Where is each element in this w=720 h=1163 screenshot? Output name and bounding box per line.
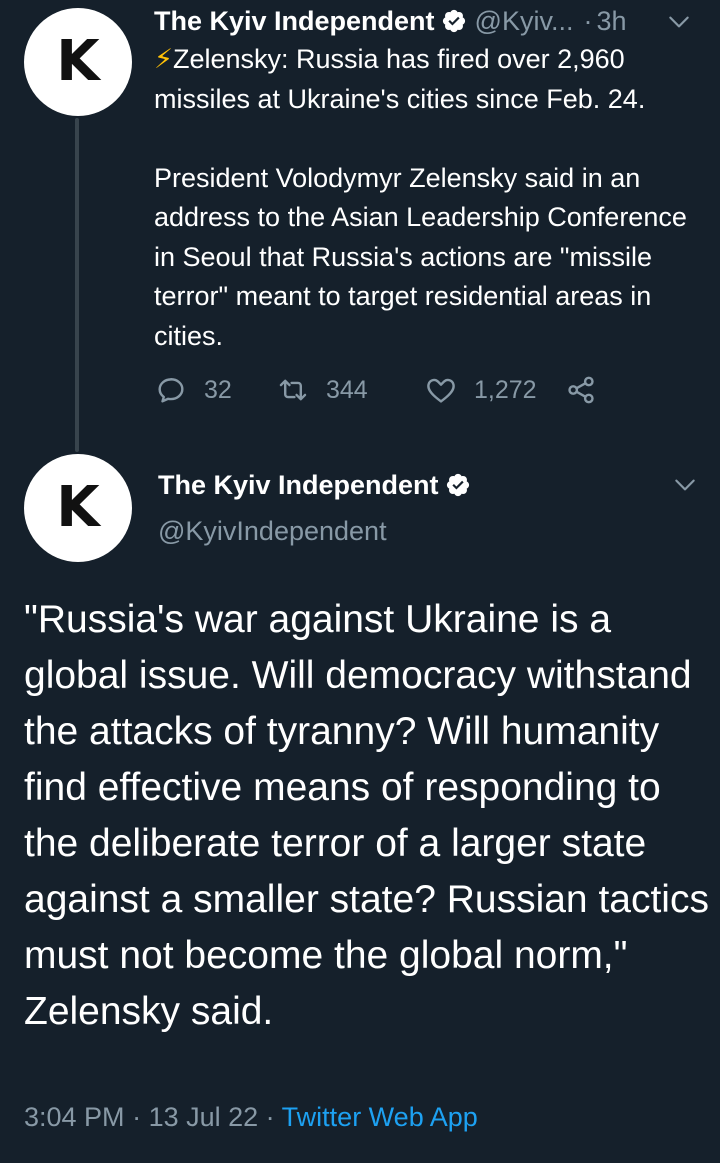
separator-dot: ·	[124, 1102, 149, 1132]
separator-dot: ·	[258, 1102, 282, 1132]
tweet-paragraph: President Volodymyr Zelensky said in an …	[154, 162, 687, 351]
retweet-icon	[279, 379, 307, 401]
tweet-time[interactable]: 3:04 PM	[24, 1102, 125, 1132]
tweet-text: "Russia's war against Ukraine is a globa…	[24, 598, 709, 1033]
tweet-actions: 32 344 1,272	[154, 368, 598, 412]
tweet-date[interactable]: 13 Jul 22	[149, 1102, 259, 1132]
avatar-letter: K	[56, 29, 100, 94]
tweet-text: ⚡Zelensky: Russia has fired over 2,960 m…	[154, 40, 710, 356]
tweet-time[interactable]: 3h	[596, 6, 626, 37]
retweet-button[interactable]: 344	[276, 373, 424, 407]
verified-badge-icon	[446, 473, 469, 497]
avatar-letter: K	[56, 475, 100, 540]
retweet-count: 344	[326, 375, 368, 404]
reply-count: 32	[204, 375, 232, 404]
tweet-header: The Kyiv Independent @Kyiv... · 3h	[154, 4, 627, 38]
like-button[interactable]: 1,272	[424, 373, 564, 407]
author-handle[interactable]: @Kyiv...	[475, 6, 574, 37]
chevron-down-icon[interactable]	[672, 472, 698, 498]
share-icon	[568, 376, 594, 404]
author-name[interactable]: The Kyiv Independent	[158, 470, 439, 501]
like-icon	[427, 378, 455, 403]
avatar[interactable]: K	[24, 8, 132, 116]
lightning-emoji-icon: ⚡	[154, 44, 173, 74]
chevron-down-icon[interactable]	[666, 9, 692, 35]
separator-dot: ·	[583, 5, 593, 36]
thread-connector-line	[75, 118, 79, 452]
reply-icon	[158, 378, 184, 403]
tweet-headline: Zelensky: Russia has fired over 2,960 mi…	[154, 44, 646, 114]
share-button[interactable]	[564, 373, 598, 407]
tweet-source-link[interactable]: Twitter Web App	[282, 1102, 478, 1132]
reply-button[interactable]: 32	[154, 373, 276, 407]
author-name[interactable]: The Kyiv Independent	[154, 6, 435, 37]
author-handle[interactable]: @KyivIndependent	[158, 516, 387, 547]
tweet-header: The Kyiv Independent	[158, 466, 471, 504]
verified-badge-icon	[442, 9, 465, 33]
avatar[interactable]: K	[24, 454, 132, 562]
like-count: 1,272	[474, 375, 537, 404]
tweet-metadata: 3:04 PM · 13 Jul 22 · Twitter Web App	[24, 1102, 478, 1133]
